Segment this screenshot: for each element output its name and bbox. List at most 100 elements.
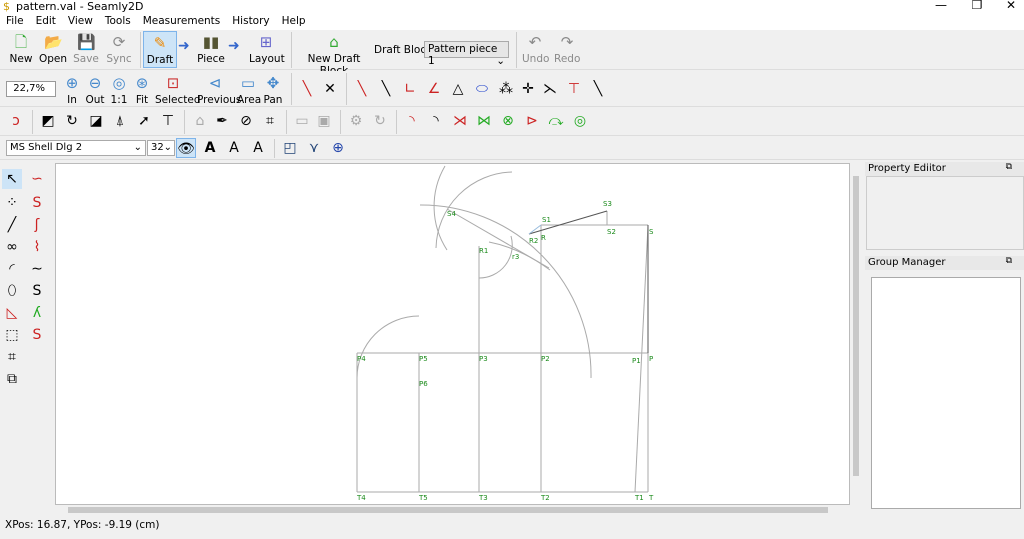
point-label[interactable]: T3 (478, 494, 488, 502)
cut-spline-path-icon[interactable]: S (27, 281, 47, 301)
point-on-line-icon[interactable]: ╲ (588, 79, 608, 99)
crosshair-icon[interactable]: ⊕ (328, 138, 348, 158)
cut-spline-icon[interactable]: ∼ (27, 259, 47, 279)
point-label[interactable]: S4 (447, 210, 456, 218)
point-label[interactable]: T5 (418, 494, 428, 502)
drawing-canvas[interactable]: S4 S1 S3 S2 S R R2 R1 r3 P4 P5 P3 P2 P1 … (55, 163, 850, 505)
cubic-spline-icon[interactable]: ʃ (27, 215, 47, 235)
arc-intersect-icon[interactable]: ⋊ (450, 111, 470, 131)
anchor-icon[interactable]: ✒ (212, 111, 232, 131)
line-tool-icon[interactable]: ╲ (297, 79, 317, 99)
font-family-select[interactable]: MS Shell Dlg 2⌄ (6, 140, 146, 156)
insert-nodes-icon[interactable]: ⌗ (260, 111, 280, 131)
curve-icon[interactable]: ∞ (2, 237, 22, 257)
menu-help[interactable]: Help (276, 14, 312, 30)
mirror-icon[interactable]: ⍋ (110, 111, 130, 131)
scrollbar-thumb[interactable] (68, 507, 828, 513)
point-label[interactable]: T (648, 494, 654, 502)
close-button[interactable]: ✕ (996, 0, 1024, 12)
shoulder-point-icon[interactable]: ⬭ (472, 79, 492, 99)
points-icon[interactable]: ⁘ (2, 193, 22, 213)
spline-path-icon[interactable]: S (27, 193, 47, 213)
union-icon[interactable]: ▭ (292, 111, 312, 131)
zoom-input[interactable]: 22,7% (6, 81, 56, 97)
refresh-icon[interactable]: ↻ (370, 111, 390, 131)
new-piece-icon[interactable]: ⌂ (190, 111, 210, 131)
font-color-icon[interactable]: A (248, 138, 268, 158)
menu-view[interactable]: View (62, 14, 99, 30)
bisector-icon[interactable]: ∠ (424, 79, 444, 99)
point-label[interactable]: P (649, 355, 653, 363)
menu-file[interactable]: File (0, 14, 30, 30)
point-label[interactable]: P4 (357, 355, 366, 363)
zoom-fit-button[interactable]: ⊛Fit (131, 74, 153, 106)
horizontal-scrollbar[interactable] (56, 505, 851, 515)
vertical-scrollbar[interactable] (851, 164, 861, 506)
spline-icon[interactable]: ∽ (27, 169, 47, 189)
point-label[interactable]: P1 (632, 357, 641, 365)
group-list[interactable] (871, 277, 1021, 509)
zoom-previous-button[interactable]: ⊲Previous (197, 74, 233, 106)
piece-mode-button[interactable]: ▮▮Piece (197, 33, 225, 65)
internal-path-icon[interactable]: ⊘ (236, 111, 256, 131)
zoom-original-button[interactable]: ◎1:1 (108, 74, 130, 106)
eye-icon[interactable]: 👁 (176, 138, 196, 158)
minimize-button[interactable]: — (926, 0, 956, 12)
line-intersect-axis-icon[interactable]: ⋋ (540, 79, 560, 99)
float-icon[interactable]: ⧉ (1006, 162, 1012, 172)
point-label[interactable]: P3 (479, 355, 488, 363)
height-icon[interactable]: ⁂ (496, 79, 516, 99)
line-icon[interactable]: ╱ (2, 215, 22, 235)
undo-button[interactable]: ↶Undo (522, 33, 548, 65)
open-button[interactable]: 📂Open (38, 33, 68, 65)
decrease-font-icon[interactable]: A (224, 138, 244, 158)
point-label[interactable]: S1 (542, 216, 551, 224)
point-label[interactable]: T1 (634, 494, 644, 502)
arcs-intersect-icon[interactable]: ⋈ (474, 111, 494, 131)
curve-tool-icon[interactable]: ↄ (6, 111, 26, 131)
point-label[interactable]: R1 (479, 247, 488, 255)
menu-measurements[interactable]: Measurements (137, 14, 227, 30)
gear-icon[interactable]: ⚙ (346, 111, 366, 131)
arc-tool-icon[interactable]: ◝ (426, 111, 446, 131)
point-along-line-icon[interactable]: ╲ (352, 79, 372, 99)
point-select-icon[interactable]: ◰ (280, 138, 300, 158)
dart-icon[interactable]: ◺ (2, 303, 22, 323)
point-label[interactable]: S2 (607, 228, 616, 236)
point-label[interactable]: R (541, 234, 546, 242)
zoom-in-button[interactable]: ⊕In (62, 74, 82, 106)
increase-font-icon[interactable]: A (200, 138, 220, 158)
flip-diagonal-icon[interactable]: ◪ (86, 111, 106, 131)
circles-intersect-icon[interactable]: ⊗ (498, 111, 518, 131)
zoom-area-button[interactable]: ▭Area (237, 74, 259, 106)
move-icon[interactable]: ➚ (134, 111, 154, 131)
curve-intersect-axis-icon[interactable]: ⊤ (564, 79, 584, 99)
export-icon[interactable]: ▣ (314, 111, 334, 131)
maximize-button[interactable]: ❐ (962, 0, 992, 12)
point-label[interactable]: R2 (529, 237, 538, 245)
spline-intersect-icon[interactable]: ʎ (27, 303, 47, 323)
point-label[interactable]: T4 (356, 494, 366, 502)
line-intersect-tool-icon[interactable]: ✕ (320, 79, 340, 99)
true-dart-icon[interactable]: ⊤ (158, 111, 178, 131)
point-label[interactable]: T2 (540, 494, 550, 502)
curve-intersect-icon[interactable]: S (27, 325, 47, 345)
zoom-selected-button[interactable]: ⊡Selected (155, 74, 191, 106)
point-label[interactable]: r3 (512, 253, 519, 261)
draft-mode-button[interactable]: ✎Draft (143, 31, 177, 68)
point-along-perpendicular-icon[interactable]: ╲ (376, 79, 396, 99)
arc-point-icon[interactable]: ◝ (402, 111, 422, 131)
pointer-icon[interactable]: ↖ (2, 169, 22, 189)
group-icon[interactable]: ◩ (38, 111, 58, 131)
select-area-icon[interactable]: ⬚ (2, 325, 22, 345)
arc-length-icon[interactable]: ◎ (570, 111, 590, 131)
normal-icon[interactable]: ∟ (400, 79, 420, 99)
zoom-out-button[interactable]: ⊖Out (84, 74, 106, 106)
arc-tangent-icon[interactable]: ⤼ (546, 111, 566, 131)
draft-block-select[interactable]: Pattern piece 1⌄ (424, 41, 509, 58)
point-label[interactable]: P6 (419, 380, 428, 388)
layout-mode-button[interactable]: ⊞Layout (249, 33, 283, 65)
cubic-path-icon[interactable]: ⌇ (27, 237, 47, 257)
float-icon[interactable]: ⧉ (1006, 256, 1012, 266)
point-label[interactable]: S (649, 228, 654, 236)
